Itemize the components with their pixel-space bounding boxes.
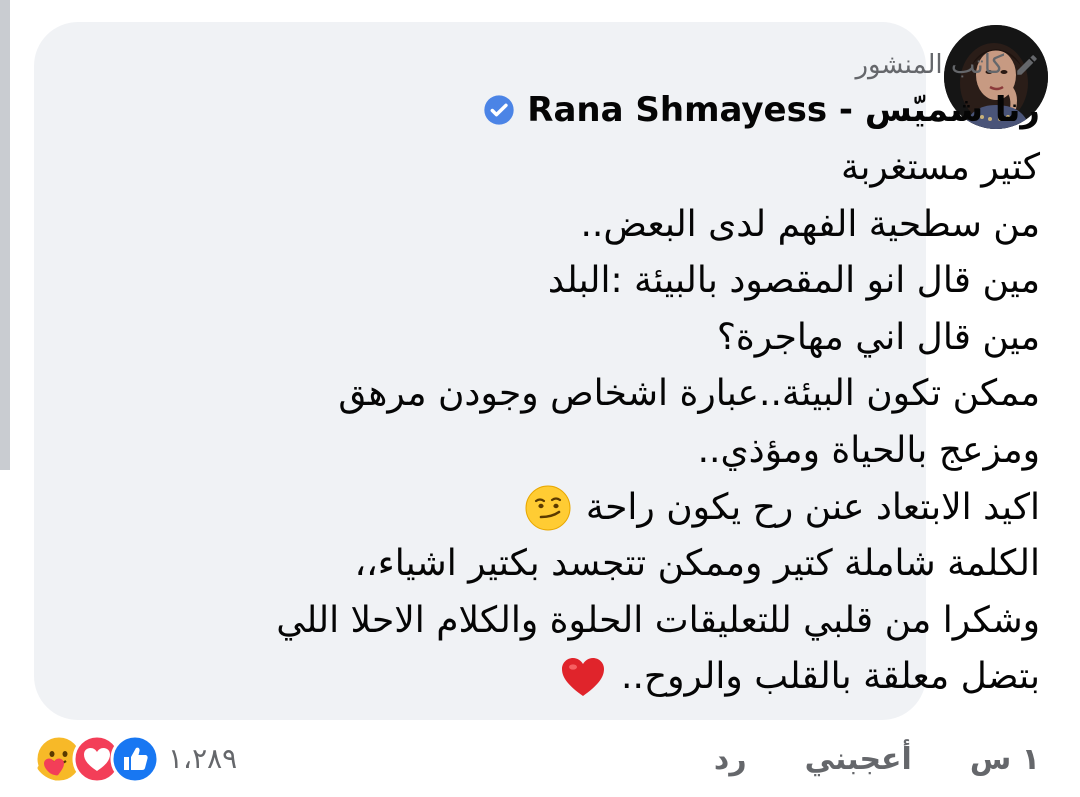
comment-line: الكلمة شاملة كتير وممكن تتجسد بكتير اشيا… [354,543,1040,585]
reaction-icons [30,734,160,784]
author-row: رنا شميّس - Rana Shmayess [483,90,1040,130]
comment-line: مين قال انو المقصود بالبيئة :البلد [547,260,1040,302]
reaction-count: ١،٢٨٩ [168,742,238,775]
comment-line: ممكن تكون البيئة..عبارة اشخاص وجودن مرهق [338,373,1040,415]
comment-view: كاتب المنشور رنا شميّس - Rana Shmayess ك… [0,0,1080,797]
comment-line-text: اكيد الابتعاد عنن رح يكون راحة [585,486,1040,528]
like-reaction-icon [110,734,160,784]
comment-line-text: بتضل معلقة بالقلب والروح.. [621,656,1040,698]
author-badge-label: كاتب المنشور [855,50,1004,80]
verified-badge-icon [484,95,514,125]
pencil-icon [1017,55,1037,75]
comment-line: مين قال اني مهاجرة؟ [716,316,1040,358]
reactions-summary[interactable]: ١،٢٨٩ [30,734,237,784]
comment-line: وشكرا من قلبي للتعليقات الحلوة والكلام ا… [276,599,1040,641]
reply-button[interactable]: رد [714,740,747,780]
comment-text: كتير مستغربة من سطحية الفهم لدى البعض.. … [210,140,1040,706]
comment-line: ومزعج بالحياة ومؤذي.. [697,429,1040,471]
smirking-face-emoji [525,485,571,531]
comment-line: كتير مستغربة [841,147,1040,188]
comment-line: من سطحية الفهم لدى البعض.. [580,203,1040,245]
thread-rail [0,0,10,470]
author-badge: كاتب المنشور [855,50,1040,80]
comment-line-with-emoji: بتضل معلقة بالقلب والروح.. [210,649,1040,706]
timestamp[interactable]: ١ س [970,740,1040,780]
comment-line-with-emoji: اكيد الابتعاد عنن رح يكون راحة [210,480,1040,537]
comment-actions: ١ س أعجبني رد [714,740,1040,780]
like-button[interactable]: أعجبني [805,740,912,780]
author-name[interactable]: رنا شميّس - Rana Shmayess [527,90,1040,130]
red-heart-emoji [562,657,605,696]
